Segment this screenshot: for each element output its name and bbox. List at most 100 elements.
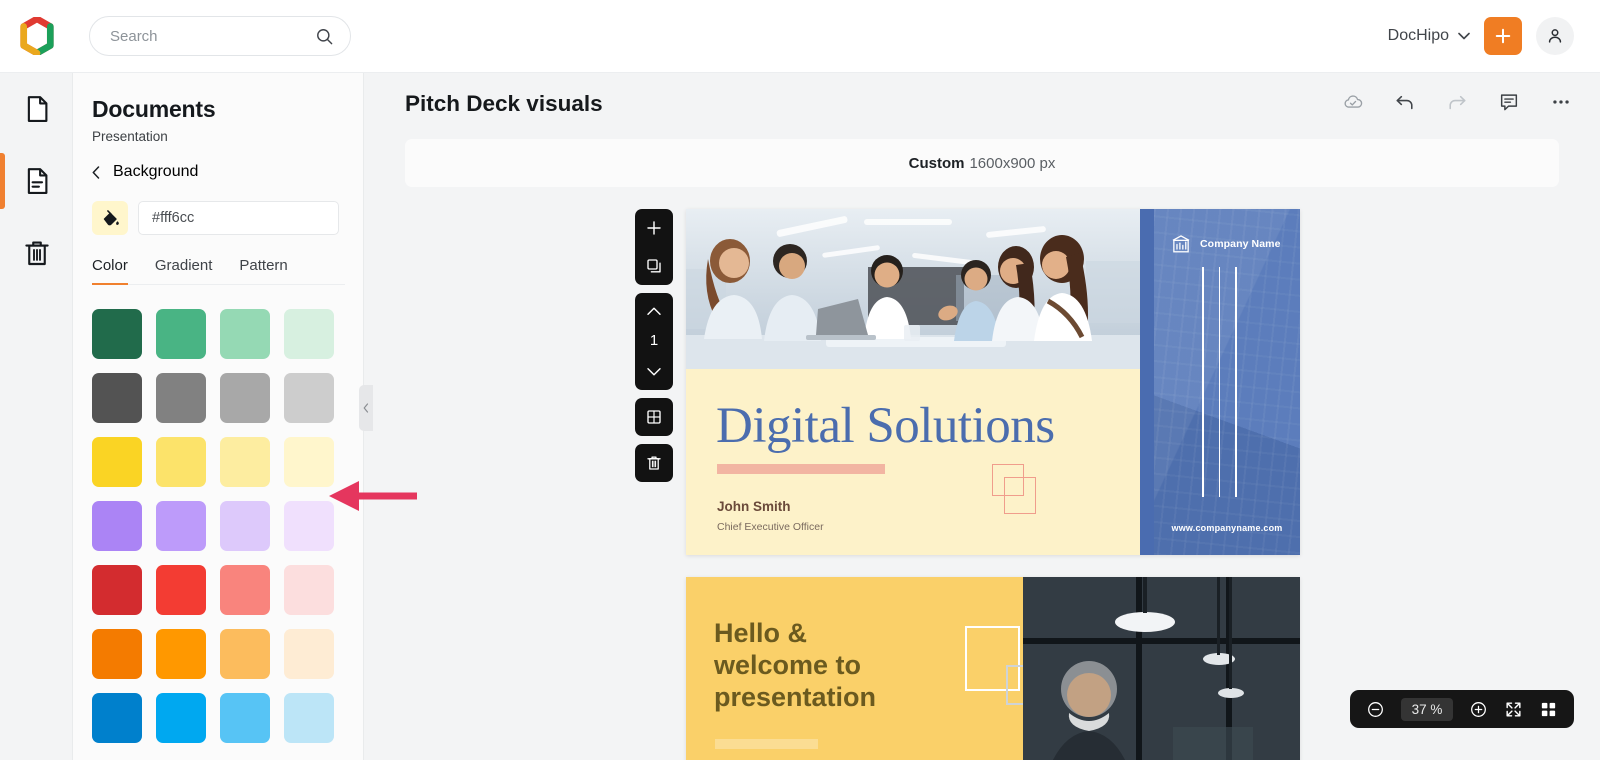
slide-navigation-group: 1 <box>635 293 673 390</box>
color-swatch[interactable] <box>156 565 206 615</box>
undo-icon <box>1396 95 1413 110</box>
color-swatch[interactable] <box>284 437 334 487</box>
duplicate-icon <box>647 259 661 273</box>
panel-collapse-handle[interactable] <box>359 385 373 431</box>
previous-slide-button[interactable] <box>635 293 673 331</box>
color-swatch[interactable] <box>220 309 270 359</box>
color-swatch[interactable] <box>92 565 142 615</box>
color-swatch[interactable] <box>284 629 334 679</box>
color-swatch[interactable] <box>220 437 270 487</box>
zoom-level[interactable]: 37 % <box>1401 697 1453 721</box>
color-swatch[interactable] <box>92 693 142 743</box>
color-swatch[interactable] <box>156 437 206 487</box>
slide2-accent-bar <box>715 739 818 750</box>
slide1-vertical-lines <box>1202 267 1237 497</box>
color-swatch[interactable] <box>156 629 206 679</box>
slide2-office-photo <box>1023 577 1300 760</box>
zoom-out-button[interactable] <box>1366 700 1385 719</box>
hex-color-input[interactable] <box>138 201 339 235</box>
undo-button[interactable] <box>1394 91 1416 113</box>
duplicate-slide-button[interactable] <box>635 247 673 285</box>
canvas-size-bar[interactable]: Custom 1600x900 px <box>405 139 1559 187</box>
slide-delete-group <box>635 444 673 482</box>
slide1-side-panel: Company Name www.companyname.com <box>1140 209 1300 555</box>
chevron-up-icon <box>647 307 661 315</box>
color-swatch[interactable] <box>220 693 270 743</box>
workspace-selector[interactable]: DocHipo <box>1388 27 1470 45</box>
slide-add-group <box>635 209 673 285</box>
color-swatch[interactable] <box>284 693 334 743</box>
chevron-down-icon <box>647 368 661 376</box>
slide-thumbnail[interactable]: Hello & welcome to presentation <box>686 577 1300 760</box>
color-swatch[interactable] <box>156 309 206 359</box>
slide1-website: www.companyname.com <box>1171 523 1283 533</box>
comment-button[interactable] <box>1498 91 1520 113</box>
slide1-brand-name: Company Name <box>1200 238 1281 250</box>
color-swatch-grid <box>92 309 363 743</box>
color-swatch[interactable] <box>92 501 142 551</box>
plus-circle-icon <box>1471 701 1486 717</box>
search-input[interactable] <box>110 27 315 45</box>
grid-view-icon <box>1541 702 1556 716</box>
add-slide-button[interactable] <box>635 209 673 247</box>
slide-layout-button[interactable] <box>635 398 673 436</box>
account-button[interactable] <box>1536 17 1574 55</box>
color-swatch[interactable] <box>156 693 206 743</box>
fullscreen-button[interactable] <box>1504 700 1523 719</box>
slide1-author-name: John Smith <box>717 499 791 514</box>
current-slide-number: 1 <box>649 332 659 349</box>
paint-bucket-icon <box>103 209 119 225</box>
color-swatch[interactable] <box>92 629 142 679</box>
color-swatch[interactable] <box>284 565 334 615</box>
color-swatch[interactable] <box>156 501 206 551</box>
background-back-button[interactable]: Background <box>92 163 363 181</box>
color-swatch[interactable] <box>92 373 142 423</box>
sidebar-item-trash[interactable] <box>0 217 73 289</box>
paint-bucket-swatch[interactable] <box>92 201 128 235</box>
slide1-accent-rule <box>717 464 885 474</box>
tab-pattern[interactable]: Pattern <box>239 257 287 285</box>
app-logo[interactable] <box>0 17 73 55</box>
color-swatch[interactable] <box>92 309 142 359</box>
color-swatch[interactable] <box>220 501 270 551</box>
minus-circle-icon <box>1368 701 1383 717</box>
color-swatch[interactable] <box>220 373 270 423</box>
color-swatch[interactable] <box>220 565 270 615</box>
slide-toolbar: 1 <box>635 209 673 482</box>
more-options-button[interactable] <box>1550 91 1572 113</box>
color-swatch[interactable] <box>284 309 334 359</box>
cloud-saved-icon <box>1344 95 1363 108</box>
next-slide-button[interactable] <box>635 352 673 390</box>
background-label: Background <box>113 163 199 180</box>
zoom-controls: 37 % <box>1350 690 1574 728</box>
tab-gradient[interactable]: Gradient <box>155 257 213 285</box>
color-swatch[interactable] <box>156 373 206 423</box>
slide-thumbnail[interactable]: Digital Solutions John Smith Chief Execu… <box>686 209 1300 555</box>
tab-color[interactable]: Color <box>92 257 128 285</box>
trash-icon <box>24 241 49 266</box>
sidebar-item-blank-document[interactable] <box>0 73 73 145</box>
slide-layout-group <box>635 398 673 436</box>
search-box[interactable] <box>89 16 351 56</box>
workspace-label: DocHipo <box>1387 27 1449 44</box>
document-header: Pitch Deck visuals <box>364 73 1600 133</box>
grid-view-button[interactable] <box>1539 700 1558 719</box>
office-meeting-photo <box>686 209 1140 369</box>
fill-type-tabs: Color Gradient Pattern <box>92 257 345 285</box>
zoom-in-button[interactable] <box>1469 700 1488 719</box>
topbar-right-group: DocHipo <box>1388 17 1600 55</box>
search-icon[interactable] <box>315 27 334 46</box>
create-new-button[interactable] <box>1484 17 1522 55</box>
color-swatch[interactable] <box>284 373 334 423</box>
cloud-saved-button[interactable] <box>1342 91 1364 113</box>
dochipo-play-hexagon-logo-icon <box>19 17 54 55</box>
color-swatch[interactable] <box>284 501 334 551</box>
chevron-down-icon <box>1458 32 1470 40</box>
color-swatch[interactable] <box>220 629 270 679</box>
slide1-brand: Company Name <box>1170 233 1281 255</box>
sidebar-item-my-documents[interactable] <box>0 145 73 217</box>
document-icon <box>27 96 47 122</box>
delete-slide-button[interactable] <box>635 444 673 482</box>
color-swatch[interactable] <box>92 437 142 487</box>
redo-button[interactable] <box>1446 91 1468 113</box>
